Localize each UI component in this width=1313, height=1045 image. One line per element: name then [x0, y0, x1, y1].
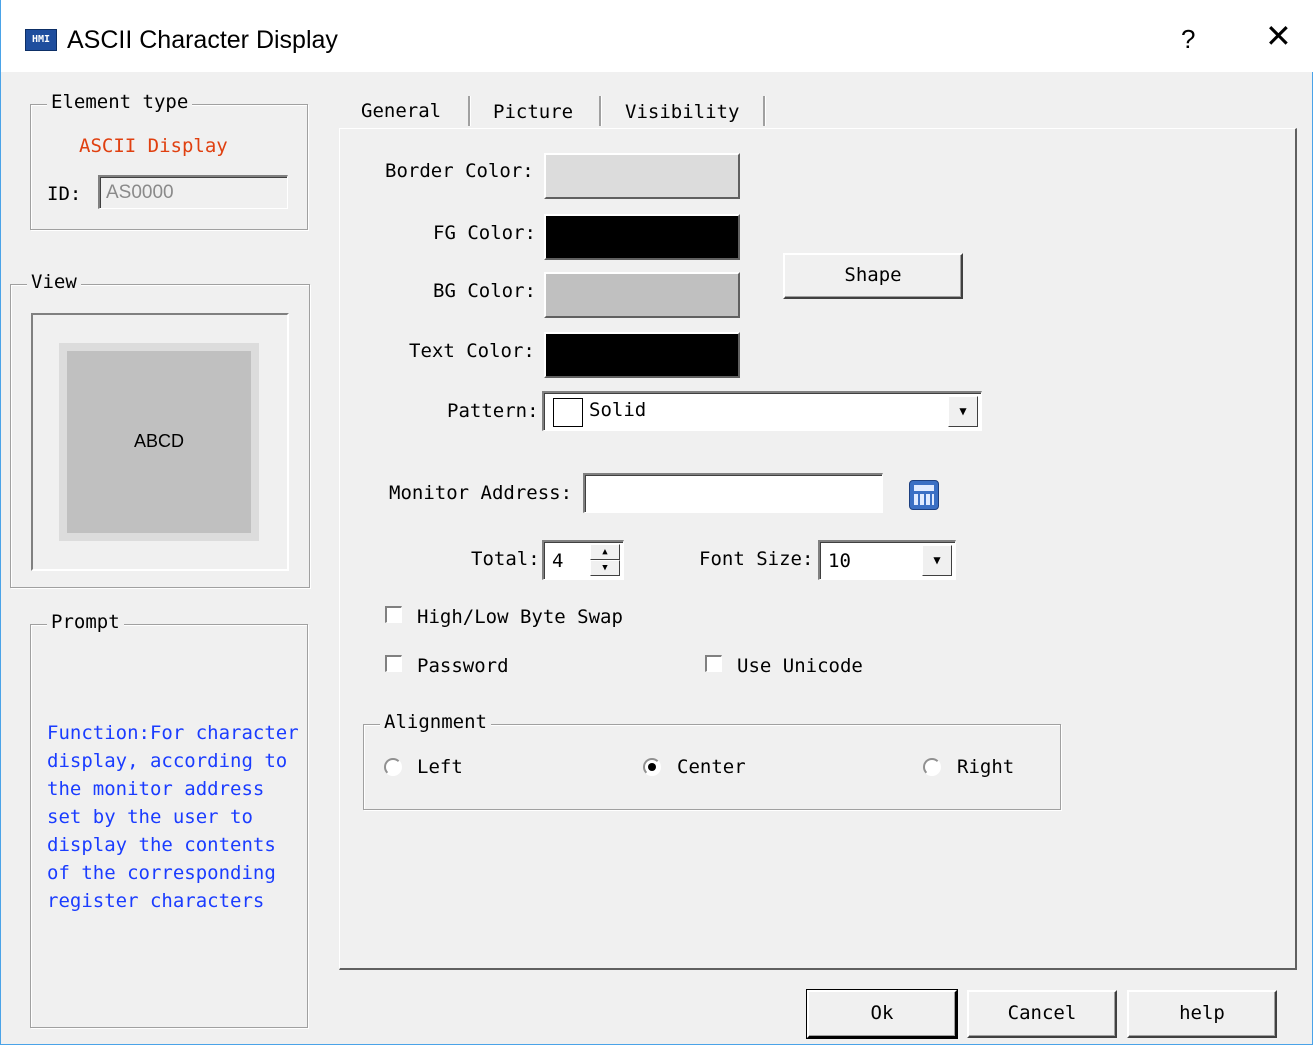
align-left-radio[interactable] — [384, 758, 402, 776]
align-right-radio[interactable] — [923, 758, 941, 776]
pattern-label: Pattern: — [447, 400, 539, 422]
pattern-select[interactable]: Solid ▼ — [542, 391, 982, 431]
use-unicode-label: Use Unicode — [737, 655, 863, 677]
fg-color-label: FG Color: — [433, 222, 536, 244]
total-value: 4 — [552, 550, 564, 572]
title-bar: HMI ASCII Character Display ? ✕ — [1, 0, 1313, 72]
password-checkbox[interactable] — [385, 655, 402, 672]
monitor-address-label: Monitor Address: — [389, 482, 573, 504]
text-color-label: Text Color: — [409, 340, 535, 362]
element-type-name: ASCII Display — [79, 135, 228, 157]
font-size-label: Font Size: — [699, 548, 814, 570]
monitor-address-input[interactable] — [583, 473, 883, 513]
spin-up-icon[interactable]: ▲ — [590, 544, 620, 560]
window-title: ASCII Character Display — [67, 26, 338, 54]
password-label: Password — [417, 655, 509, 677]
id-field: AS0000 — [98, 175, 288, 209]
fg-color-swatch[interactable] — [544, 214, 740, 260]
id-value: AS0000 — [106, 182, 174, 203]
preview-box: ABCD — [67, 351, 251, 533]
text-color-swatch[interactable] — [544, 332, 740, 378]
element-type-legend: Element type — [47, 91, 193, 113]
align-center-label: Center — [677, 756, 746, 778]
prompt-group: Prompt Function:For character display, a… — [30, 611, 308, 1028]
tab-separator — [468, 96, 471, 126]
view-preview-frame: ABCD — [31, 313, 289, 571]
chevron-down-icon[interactable]: ▼ — [948, 396, 978, 427]
use-unicode-checkbox[interactable] — [705, 655, 722, 672]
total-label: Total: — [471, 548, 540, 570]
shape-button[interactable]: Shape — [783, 253, 963, 299]
bg-color-label: BG Color: — [433, 280, 536, 302]
ok-button[interactable]: Ok — [806, 989, 958, 1039]
pattern-value: Solid — [589, 399, 647, 421]
tab-separator — [599, 96, 602, 126]
close-icon[interactable]: ✕ — [1265, 20, 1292, 52]
font-size-value: 10 — [828, 550, 851, 572]
border-color-swatch[interactable] — [544, 153, 740, 199]
app-icon: HMI — [25, 29, 57, 51]
preview-border: ABCD — [59, 343, 259, 541]
align-center-radio[interactable] — [643, 758, 661, 776]
tab-picture[interactable]: Picture — [493, 101, 573, 123]
total-spin-input[interactable]: 4 ▲ ▼ — [542, 540, 624, 580]
preview-text: ABCD — [133, 431, 184, 451]
view-legend: View — [27, 271, 81, 293]
help-icon[interactable]: ? — [1181, 24, 1195, 55]
tab-visibility[interactable]: Visibility — [625, 101, 739, 123]
calculator-icon[interactable] — [909, 480, 939, 510]
tab-general[interactable]: General — [361, 100, 441, 122]
tab-separator — [763, 96, 766, 126]
element-type-group: Element type ASCII Display ID: AS0000 — [30, 91, 308, 230]
chevron-down-icon[interactable]: ▼ — [922, 545, 952, 576]
view-group: View ABCD — [10, 271, 310, 588]
cancel-button[interactable]: Cancel — [967, 990, 1117, 1038]
high-low-swap-label: High/Low Byte Swap — [417, 606, 623, 628]
border-color-label: Border Color: — [385, 160, 534, 182]
prompt-legend: Prompt — [47, 611, 124, 633]
bg-color-swatch[interactable] — [544, 272, 740, 318]
high-low-swap-checkbox[interactable] — [385, 606, 402, 623]
align-right-label: Right — [957, 756, 1015, 778]
dialog-window: HMI ASCII Character Display ? ✕ Element … — [0, 0, 1313, 1045]
alignment-legend: Alignment — [380, 711, 491, 733]
align-left-label: Left — [417, 756, 463, 778]
id-label: ID: — [47, 183, 82, 205]
prompt-text: Function:For character display, accordin… — [47, 722, 299, 912]
help-button[interactable]: help — [1127, 990, 1277, 1038]
font-size-select[interactable]: 10 ▼ — [818, 540, 956, 580]
pattern-swatch — [553, 398, 583, 427]
radio-selected-dot — [648, 763, 656, 771]
spin-down-icon[interactable]: ▼ — [590, 560, 620, 576]
